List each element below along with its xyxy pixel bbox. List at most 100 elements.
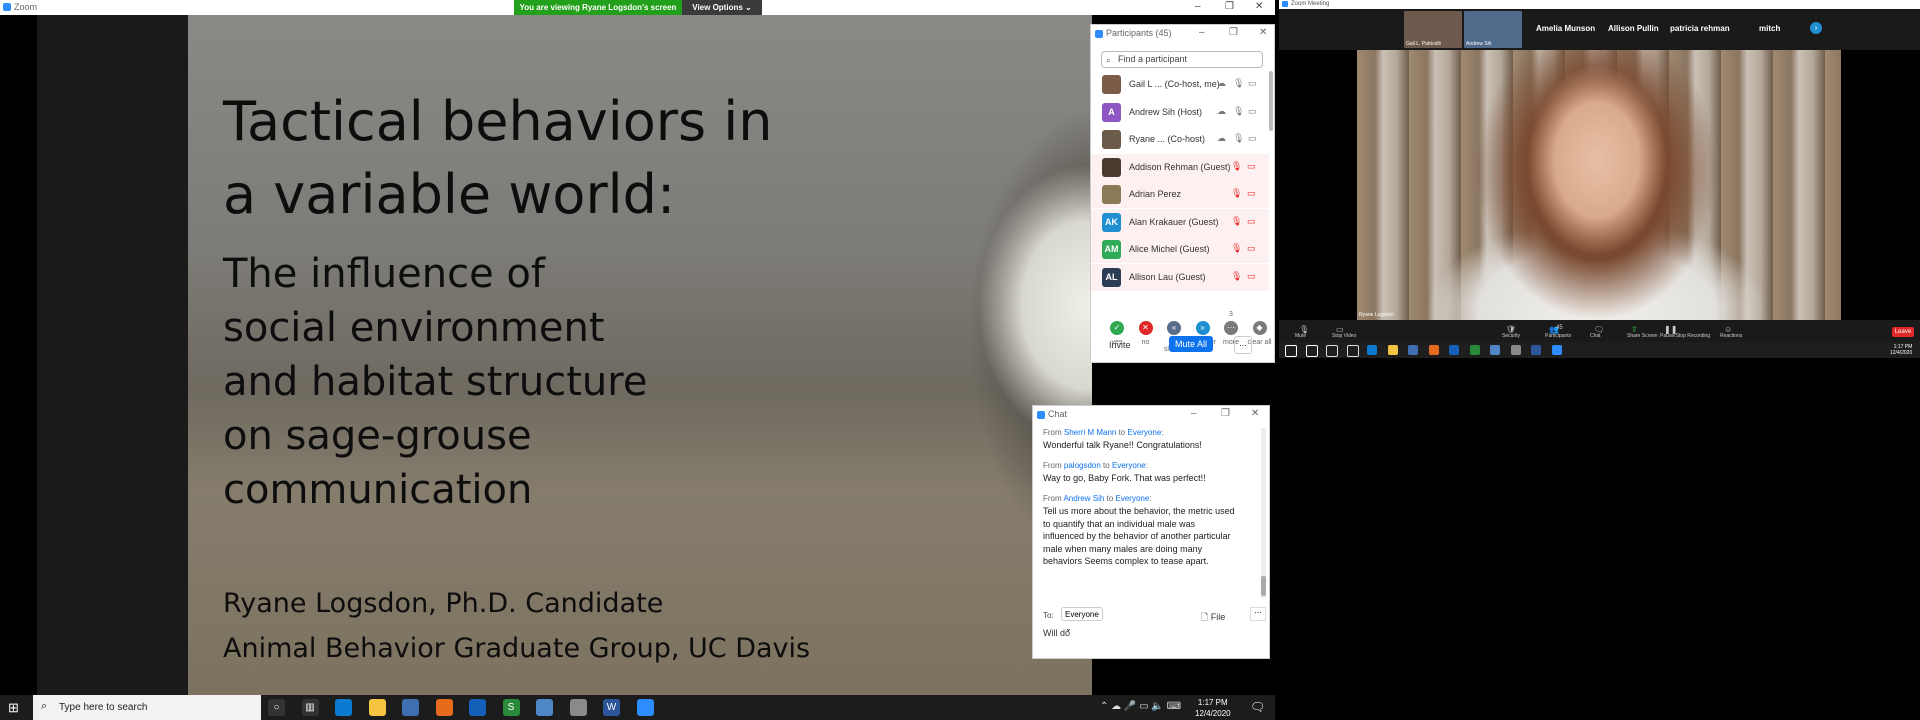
participant-name-tile[interactable]: patricia rehman <box>1670 24 1730 33</box>
video-off-icon[interactable]: ▭ <box>1247 216 1256 227</box>
security-toolbar-label[interactable]: Security <box>1502 333 1520 339</box>
minimize-button[interactable]: – <box>1195 1 1201 12</box>
participant-row[interactable]: A Andrew Sih (Host) ☁ 🎙 ▭ <box>1091 99 1269 126</box>
app-window-icon[interactable] <box>1490 345 1500 355</box>
video-off-icon[interactable]: ▭ <box>1247 271 1256 282</box>
app-files-icon[interactable] <box>569 699 587 716</box>
participants-more-button[interactable]: ... <box>1234 336 1252 354</box>
close-button[interactable]: ✕ <box>1251 408 1259 419</box>
participant-row[interactable]: Ryane ... (Co-host) ☁ 🎙 ▭ <box>1091 126 1269 153</box>
reaction-go-faster-button[interactable]: » <box>1195 321 1210 335</box>
invite-button[interactable]: Invite <box>1109 340 1131 350</box>
mute-toolbar-label[interactable]: Mute <box>1295 333 1306 339</box>
windows-start-icon[interactable] <box>1285 345 1297 357</box>
edge-icon[interactable] <box>1367 345 1377 355</box>
chat-recipient-link[interactable]: Everyone <box>1112 461 1146 470</box>
chat-file-button[interactable]: 🗋 File <box>1201 610 1225 626</box>
system-tray[interactable]: ⌃ ☁ 🎤 ▭ 🔈 ⌨ <box>1100 701 1181 712</box>
windows-start-icon[interactable]: ⊞ <box>8 700 19 716</box>
zoom-icon[interactable] <box>1551 345 1562 355</box>
next-page-icon[interactable]: › <box>1810 22 1822 34</box>
participant-thumbnail[interactable]: Andrew Sih <box>1464 11 1522 48</box>
chat-sender-link[interactable]: Sherri M Mann <box>1064 428 1116 437</box>
firefox-icon[interactable] <box>1428 345 1439 355</box>
chat-message-input[interactable]: Will do <box>1043 628 1070 638</box>
participant-name-tile[interactable]: mitch <box>1759 24 1780 33</box>
edge-icon[interactable] <box>335 699 352 716</box>
app-window-icon[interactable] <box>536 699 553 716</box>
stop-video-toolbar-label[interactable]: Stop Video <box>1332 333 1356 339</box>
video-icon[interactable]: ▭ <box>1248 133 1257 144</box>
reaction-go-slower-button[interactable]: « <box>1167 321 1181 335</box>
chat-scrollbar-thumb[interactable] <box>1261 576 1266 596</box>
taskbar-search-input[interactable]: ⌕ Type here to search <box>33 695 261 720</box>
restore-button[interactable]: ❐ <box>1225 1 1234 12</box>
restore-button[interactable]: ❐ <box>1221 408 1230 419</box>
app-icon[interactable] <box>402 699 419 716</box>
reactions-toolbar-label[interactable]: Reactions <box>1720 333 1742 339</box>
share-screen-toolbar-label[interactable]: Share Screen <box>1627 333 1658 339</box>
taskbar-clock[interactable]: 1:17 PM 12/4/2020 <box>1195 697 1231 719</box>
chat-recipient-link[interactable]: Everyone <box>1116 494 1150 503</box>
participant-thumbnail[interactable]: Gail L. Patricelli <box>1404 11 1462 48</box>
video-off-icon[interactable]: ▭ <box>1247 161 1256 172</box>
reaction-yes-button[interactable]: ✓ <box>1110 321 1124 335</box>
notifications-icon[interactable]: 🗨 <box>1250 700 1265 714</box>
participant-name-tile[interactable]: Amelia Munson <box>1536 24 1595 33</box>
minimize-button[interactable]: – <box>1199 27 1205 38</box>
search-icon[interactable] <box>1305 345 1318 357</box>
file-explorer-icon[interactable] <box>1387 345 1398 355</box>
task-view-icon[interactable]: ▥ <box>301 699 319 716</box>
participants-scrollbar[interactable] <box>1269 71 1273 131</box>
mic-icon[interactable]: 🎙 <box>1233 106 1244 117</box>
muted-mic-icon[interactable]: 🎙 <box>1231 188 1242 199</box>
task-view-icon[interactable] <box>1346 345 1359 357</box>
video-off-icon[interactable]: ▭ <box>1247 188 1256 199</box>
app-s-icon[interactable] <box>1469 345 1480 355</box>
reaction-more-button[interactable]: ⋯ <box>1224 321 1238 335</box>
pause-stop-recording-toolbar-label[interactable]: Pause/Stop Recording <box>1660 333 1710 339</box>
secondary-taskbar-clock[interactable]: 1:17 PM 12/4/2020 <box>1890 344 1912 356</box>
mic-icon[interactable]: 🎙 <box>1233 78 1244 89</box>
video-off-icon[interactable]: ▭ <box>1247 243 1256 254</box>
view-options-button[interactable]: View Options ⌄ <box>682 0 762 15</box>
chat-scrollbar-track[interactable] <box>1261 428 1266 598</box>
video-icon[interactable]: ▭ <box>1248 78 1257 89</box>
participant-row[interactable]: Adrian Perez 🎙 ▭ <box>1091 181 1269 208</box>
participants-toolbar-label[interactable]: Participants <box>1545 333 1571 339</box>
participant-row[interactable]: AL Allison Lau (Guest) 🎙 ▭ <box>1091 263 1269 291</box>
participant-row[interactable]: AM Alice Michel (Guest) 🎙 ▭ <box>1091 236 1269 263</box>
participant-row[interactable]: Addison Rehman (Guest) 🎙 ▭ <box>1091 153 1269 181</box>
muted-mic-icon[interactable]: 🎙 <box>1231 161 1242 172</box>
app-files-icon[interactable] <box>1510 345 1521 355</box>
word-icon[interactable]: W <box>603 699 620 716</box>
reaction-clear-all-button[interactable]: ◆ <box>1252 321 1267 335</box>
mute-all-button[interactable]: Mute All <box>1169 336 1213 352</box>
muted-mic-icon[interactable]: 🎙 <box>1231 271 1242 282</box>
chat-more-button[interactable]: ⋯ <box>1250 607 1266 621</box>
close-button[interactable]: ✕ <box>1259 27 1267 38</box>
muted-mic-icon[interactable]: 🎙 <box>1231 216 1242 227</box>
close-button[interactable]: ✕ <box>1255 1 1263 12</box>
participant-search-input[interactable]: ⌕ Find a participant <box>1101 51 1263 68</box>
participant-row[interactable]: Gail L ... (Co-host, me) ☁ 🎙 ▭ <box>1091 71 1269 98</box>
word-icon[interactable] <box>1531 345 1541 355</box>
app-s-icon[interactable]: S <box>502 699 520 716</box>
participant-name-tile[interactable]: Allison Pullin <box>1608 24 1659 33</box>
leave-meeting-button[interactable]: Leave <box>1892 327 1914 337</box>
chat-sender-link[interactable]: Andrew Sih <box>1063 494 1104 503</box>
minimize-button[interactable]: – <box>1191 408 1197 419</box>
cortana-icon[interactable] <box>1326 345 1338 357</box>
zoom-icon[interactable] <box>636 699 654 716</box>
restore-button[interactable]: ❐ <box>1229 27 1238 38</box>
chat-recipient-select[interactable]: Everyone ⌄ <box>1061 607 1103 633</box>
outlook-icon[interactable] <box>1449 345 1459 355</box>
firefox-icon[interactable] <box>435 699 453 716</box>
reaction-no-button[interactable]: ✕ <box>1138 321 1153 335</box>
outlook-icon[interactable] <box>469 699 486 716</box>
file-explorer-icon[interactable] <box>368 699 386 716</box>
video-icon[interactable]: ▭ <box>1248 106 1257 117</box>
chat-toolbar-label[interactable]: Chat <box>1590 333 1601 339</box>
participant-row[interactable]: AK Alan Krakauer (Guest) 🎙 ▭ <box>1091 208 1269 236</box>
mic-icon[interactable]: 🎙 <box>1233 133 1244 144</box>
